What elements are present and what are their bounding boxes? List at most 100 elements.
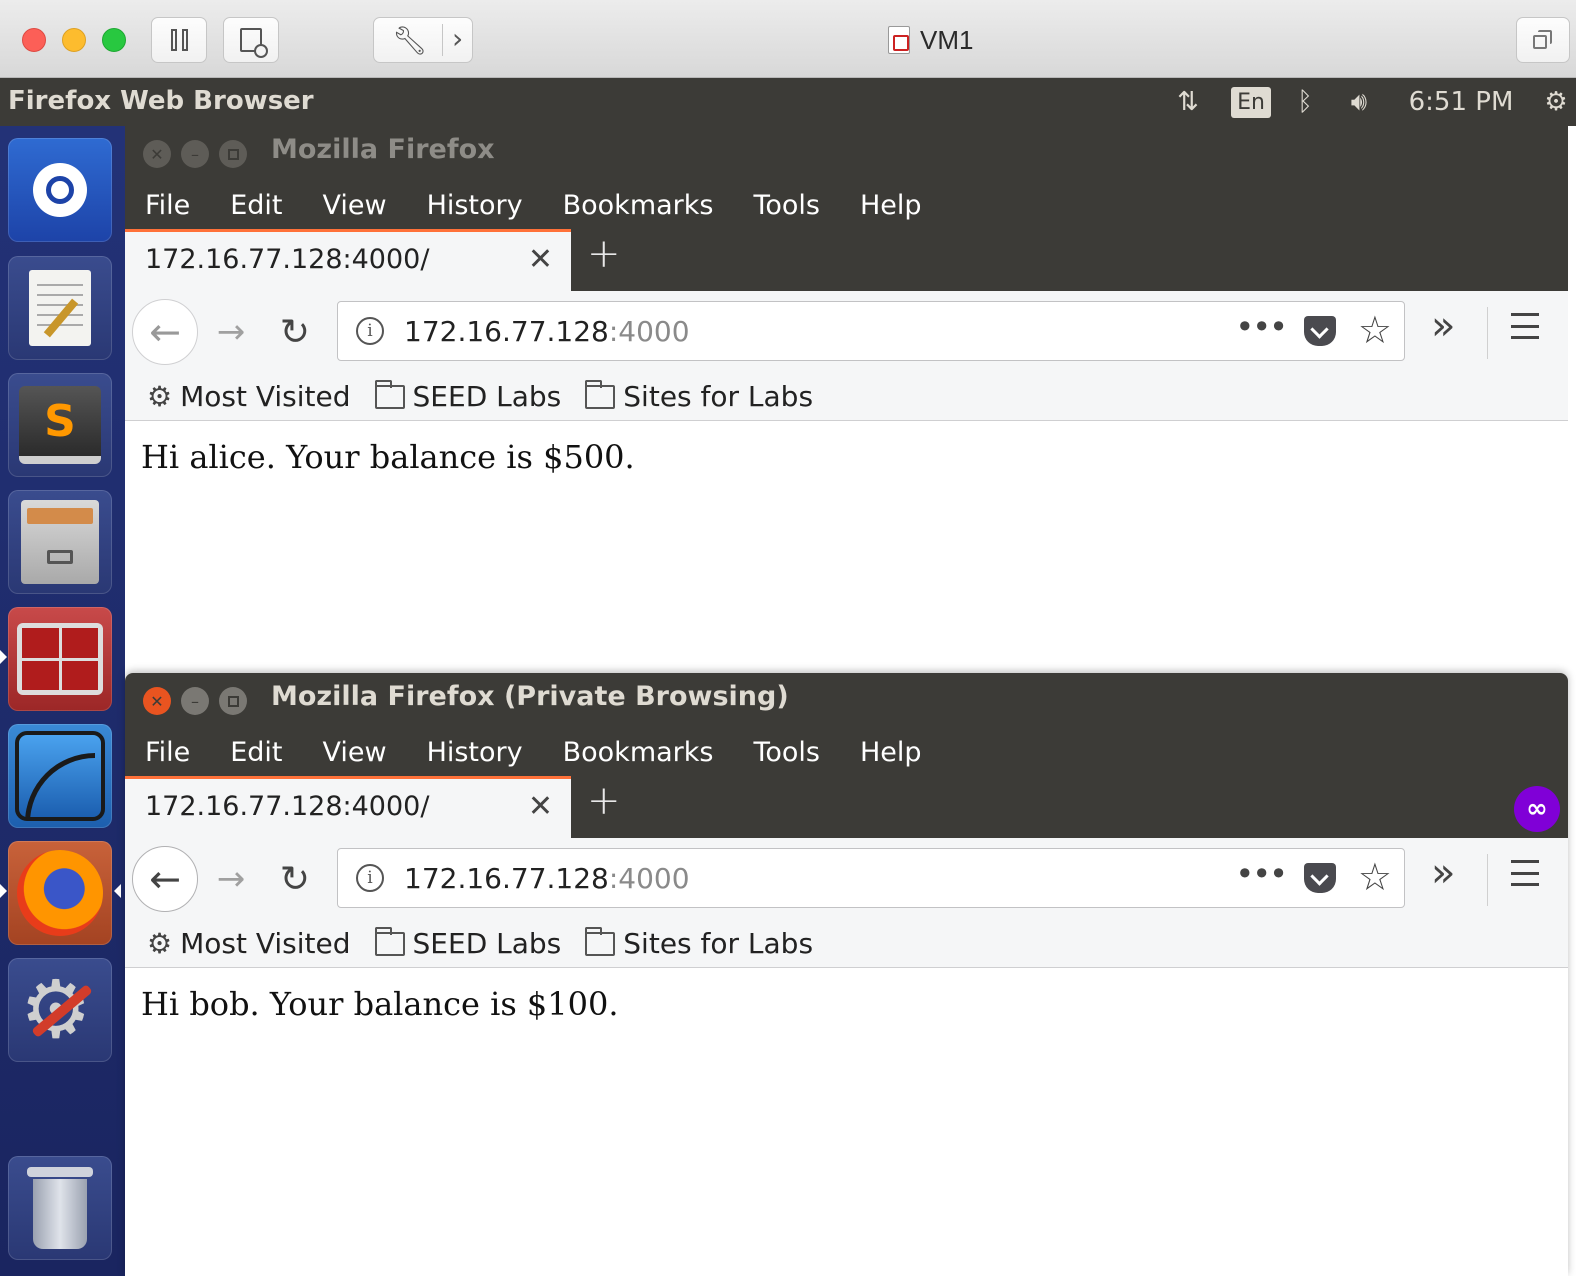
minimize-icon: – <box>191 691 199 711</box>
bookmark-most-visited[interactable]: ⚙ Most Visited <box>147 927 351 960</box>
plus-icon: + <box>587 231 621 277</box>
window-close-button[interactable]: ✕ <box>143 140 171 168</box>
page-actions-button[interactable]: ••• <box>1235 855 1288 893</box>
volume-icon[interactable]: 🔊︎ <box>1336 78 1382 126</box>
url-text[interactable]: 172.16.77.128:4000 <box>404 315 690 348</box>
bookmark-star-icon[interactable]: ☆ <box>1358 308 1392 352</box>
vm-titlebar: 🔧︎ › VM1 <box>0 0 1576 78</box>
launcher-system-settings[interactable]: ⚙ <box>8 958 112 1062</box>
tab-close-button[interactable]: ✕ <box>528 789 553 824</box>
forward-button[interactable]: → <box>209 303 253 361</box>
gear-icon: ⚙ <box>147 380 173 413</box>
pause-icon <box>170 29 188 51</box>
toolbar-overflow-button[interactable]: » <box>1431 850 1455 896</box>
info-icon[interactable]: i <box>356 317 384 345</box>
menu-tools[interactable]: Tools <box>753 737 820 768</box>
folder-icon <box>374 379 405 409</box>
url-bar[interactable]: i 172.16.77.128:4000 ••• ☆ <box>337 848 1405 908</box>
window-title: Mozilla Firefox (Private Browsing) <box>271 681 789 712</box>
info-icon[interactable]: i <box>356 864 384 892</box>
bookmark-seed-labs[interactable]: SEED Labs <box>374 379 562 413</box>
reload-button[interactable]: ↻ <box>273 850 317 908</box>
bookmark-sites-for-labs[interactable]: Sites for Labs <box>585 379 814 413</box>
plus-icon: + <box>587 778 621 824</box>
menu-history[interactable]: History <box>427 190 523 221</box>
menu-bar: File Edit View History Bookmarks Tools H… <box>125 728 1568 776</box>
window-minimize-button[interactable]: – <box>181 687 209 715</box>
window-maximize-button[interactable] <box>219 687 247 715</box>
page-actions-button[interactable]: ••• <box>1235 308 1288 346</box>
hamburger-menu-icon[interactable] <box>1511 860 1539 886</box>
back-button[interactable]: ← <box>132 299 198 365</box>
window-close-button[interactable]: ✕ <box>143 687 171 715</box>
bookmark-label: SEED Labs <box>412 380 562 413</box>
launcher-file-manager[interactable] <box>8 490 112 594</box>
launcher-text-editor[interactable] <box>8 256 112 360</box>
arrow-right-icon: → <box>216 859 246 899</box>
menu-help[interactable]: Help <box>860 737 922 768</box>
menu-file[interactable]: File <box>145 190 190 221</box>
vm-restore-button[interactable] <box>1516 17 1570 63</box>
vm-settings-button[interactable]: 🔧︎ › <box>373 17 473 63</box>
menu-view[interactable]: View <box>322 190 386 221</box>
system-settings-icon: ⚙ <box>18 968 102 1052</box>
menu-edit[interactable]: Edit <box>230 190 282 221</box>
bluetooth-icon[interactable]: ᛒ <box>1290 78 1320 126</box>
launcher-wireshark[interactable] <box>8 724 112 828</box>
new-tab-button[interactable]: + <box>587 231 621 277</box>
bookmark-label: Sites for Labs <box>623 380 814 413</box>
menu-tools[interactable]: Tools <box>753 190 820 221</box>
settings-gear-icon[interactable]: ⚙ <box>1536 78 1576 126</box>
menu-view[interactable]: View <box>322 737 386 768</box>
menu-history[interactable]: History <box>427 737 523 768</box>
new-tab-button[interactable]: + <box>587 778 621 824</box>
forward-button[interactable]: → <box>209 850 253 908</box>
window-minimize-button[interactable]: – <box>181 140 209 168</box>
tab-close-button[interactable]: ✕ <box>528 242 553 277</box>
gear-icon: ⚙ <box>147 927 173 960</box>
ubuntu-dash-icon <box>33 163 87 217</box>
bookmark-most-visited[interactable]: ⚙ Most Visited <box>147 380 351 413</box>
toolbar-overflow-button[interactable]: » <box>1431 303 1455 349</box>
window-maximize-button[interactable] <box>219 140 247 168</box>
menu-edit[interactable]: Edit <box>230 737 282 768</box>
launcher-terminator[interactable] <box>8 607 112 711</box>
network-transfer-icon[interactable]: ⇅ <box>1168 78 1208 126</box>
tab-active[interactable]: 172.16.77.128:4000/ ✕ <box>125 776 571 838</box>
panel-clock[interactable]: 6:51 PM <box>1404 78 1518 126</box>
launcher-sublime-text[interactable]: S <box>8 373 112 477</box>
close-icon: ✕ <box>527 789 553 824</box>
toolbar-separator <box>1487 307 1488 359</box>
navigation-toolbar: ← → ↻ i 172.16.77.128:4000 ••• ☆ » <box>125 291 1568 373</box>
vm-snapshot-button[interactable] <box>223 17 279 63</box>
wireshark-icon <box>15 731 105 821</box>
tab-active[interactable]: 172.16.77.128:4000/ ✕ <box>125 229 571 291</box>
bookmark-sites-for-labs[interactable]: Sites for Labs <box>585 926 814 960</box>
reload-button[interactable]: ↻ <box>273 303 317 361</box>
menu-bookmarks[interactable]: Bookmarks <box>563 190 714 221</box>
pocket-icon[interactable] <box>1304 863 1336 893</box>
pocket-icon[interactable] <box>1304 316 1336 346</box>
vm-zoom-button[interactable] <box>102 28 126 52</box>
hamburger-menu-icon[interactable] <box>1511 313 1539 339</box>
menu-file[interactable]: File <box>145 737 190 768</box>
launcher-ubuntu-dash[interactable] <box>8 138 112 242</box>
launcher-firefox[interactable] <box>8 841 112 945</box>
launcher-trash[interactable] <box>8 1156 112 1260</box>
vm-close-button[interactable] <box>22 28 46 52</box>
close-icon: ✕ <box>150 691 164 711</box>
bookmark-star-icon[interactable]: ☆ <box>1358 855 1392 899</box>
url-text[interactable]: 172.16.77.128:4000 <box>404 862 690 895</box>
menu-help[interactable]: Help <box>860 190 922 221</box>
vm-pause-button[interactable] <box>151 17 207 63</box>
bookmark-seed-labs[interactable]: SEED Labs <box>374 926 561 960</box>
firefox-titlebar: ✕ – Mozilla Firefox <box>125 126 1568 181</box>
vm-minimize-button[interactable] <box>62 28 86 52</box>
file-manager-icon <box>21 500 99 584</box>
menu-bookmarks[interactable]: Bookmarks <box>563 737 714 768</box>
back-button[interactable]: ← <box>132 846 198 912</box>
more-dots-icon: ••• <box>1235 308 1288 346</box>
keyboard-language-indicator[interactable]: En <box>1228 78 1274 126</box>
url-bar[interactable]: i 172.16.77.128:4000 ••• ☆ <box>337 301 1405 361</box>
bookmark-label: Sites for Labs <box>623 927 814 960</box>
